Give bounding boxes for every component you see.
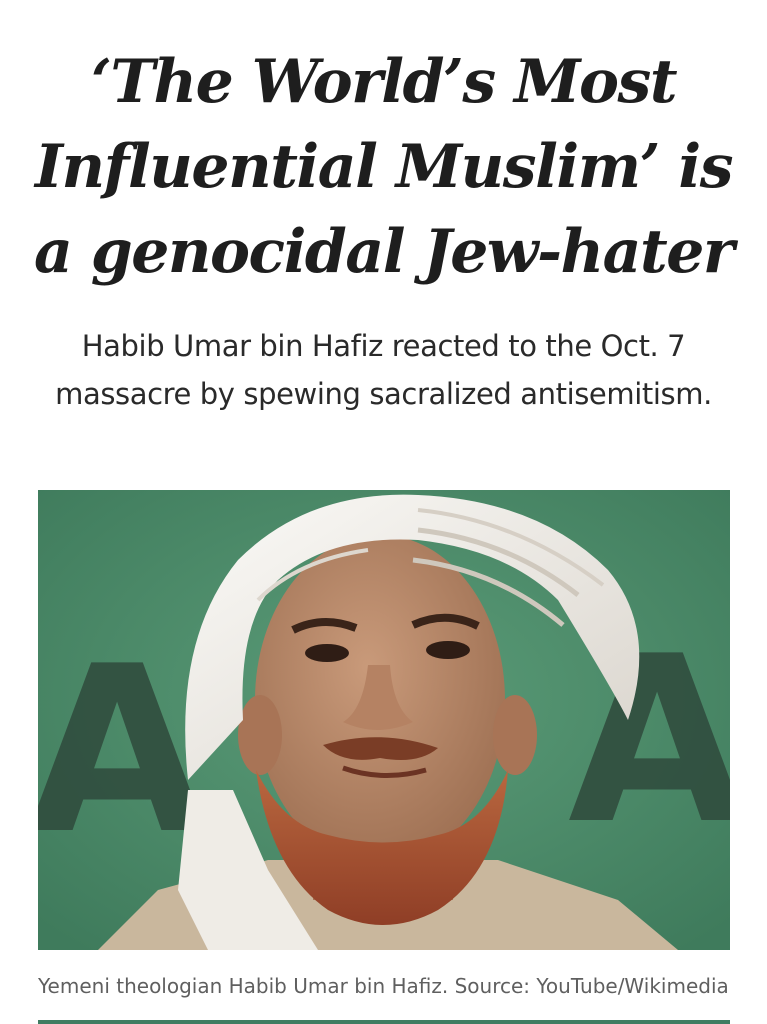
background-letter-left: A: [38, 618, 206, 885]
photo-caption: Yemeni theologian Habib Umar bin Hafiz. …: [38, 974, 729, 998]
left-eye-shape: [305, 644, 349, 662]
article-subheadline: Habib Umar bin Hafiz reacted to the Oct.…: [55, 329, 712, 411]
left-ear-shape: [238, 695, 282, 775]
portrait-illustration: A A: [38, 490, 730, 950]
right-eye-shape: [426, 641, 470, 659]
article-headline: ‘The World’s Most Influential Muslim’ is…: [34, 47, 735, 287]
right-ear-shape: [493, 695, 537, 775]
next-image-edge: [38, 1020, 730, 1024]
article: ‘The World’s Most Influential Muslim’ is…: [0, 0, 767, 1024]
article-photo[interactable]: A A: [38, 490, 730, 950]
